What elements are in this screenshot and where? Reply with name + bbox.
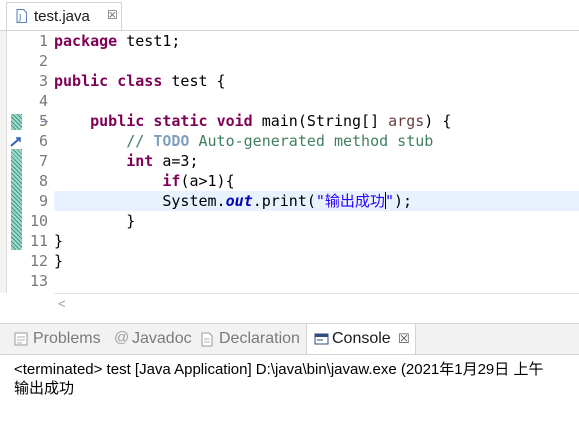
close-console-icon[interactable]: ☒	[398, 331, 410, 347]
code-token: }	[54, 232, 64, 250]
line-number: 3	[38, 72, 48, 90]
tab-label: Declaration	[219, 330, 300, 347]
close-tab-icon[interactable]: ☒	[107, 8, 118, 22]
code-line-3: public class test {	[54, 71, 226, 91]
code-line-5: public static void main(String[] args) {	[54, 111, 451, 131]
keyword: void	[216, 112, 253, 130]
quick-diff-marker	[11, 114, 22, 130]
console-icon	[314, 333, 329, 345]
keyword: public	[54, 72, 109, 90]
console-status-line: <terminated> test [Java Application] D:\…	[14, 361, 544, 378]
horizontal-scrollbar[interactable]: <	[54, 293, 579, 314]
line-number: 1	[38, 32, 48, 50]
code-token: (a>1){	[180, 172, 235, 190]
static-field: out	[225, 192, 253, 210]
editor-tab-bar: J test.java ☒	[0, 0, 579, 31]
keyword: if	[162, 172, 181, 190]
quick-diff-marker	[11, 149, 22, 250]
editor-left-border	[0, 31, 7, 293]
code-line-8: if(a>1){	[54, 171, 235, 191]
problems-icon	[14, 332, 28, 346]
code-line-1: package test1;	[54, 31, 180, 51]
code-text[interactable]: package test1; public class test { publi…	[54, 31, 579, 293]
line-number-gutter: 1 2 3 4 5 6 7 8 9 10 11 12 13	[22, 31, 48, 293]
code-token: );	[393, 192, 413, 210]
view-tab-bar: Problems @ Javadoc Declaration Console ☒	[0, 323, 579, 355]
code-token: test1;	[117, 32, 181, 50]
java-file-icon: J	[16, 9, 27, 23]
string-literal: "	[384, 192, 394, 210]
line-number: 12	[29, 252, 48, 270]
line-number: 2	[38, 52, 48, 70]
keyword: package	[54, 32, 118, 50]
keyword: int	[126, 152, 154, 170]
override-marker-icon	[10, 137, 21, 147]
change-ruler	[11, 114, 22, 250]
code-token: }	[54, 212, 136, 230]
line-number: 11	[29, 232, 48, 250]
tab-console[interactable]: Console ☒	[306, 324, 416, 355]
console-output: 输出成功	[14, 380, 75, 397]
tab-label: Console	[332, 330, 391, 347]
line-number: 4	[38, 92, 48, 110]
editor-tab-test-java[interactable]: J test.java ☒	[6, 2, 122, 30]
code-line-6: // TODO Auto-generated method stub	[54, 131, 433, 151]
declaration-icon	[201, 332, 213, 347]
line-number: 7	[38, 152, 48, 170]
keyword: class	[117, 72, 163, 90]
code-token: a=3;	[153, 152, 199, 170]
collapse-icon[interactable]	[40, 117, 49, 126]
string-literal: "输出成功	[315, 192, 385, 210]
svg-text:J: J	[18, 13, 21, 22]
code-token: .print(	[252, 192, 316, 210]
keyword: public	[90, 112, 145, 130]
todo-tag: TODO	[153, 132, 190, 150]
code-token: System.	[162, 192, 226, 210]
code-token: test {	[162, 72, 226, 90]
tab-declaration[interactable]: Declaration	[194, 324, 306, 355]
tab-label: Javadoc	[132, 330, 192, 347]
comment: //	[126, 132, 154, 150]
code-line-10: }	[54, 211, 135, 231]
comment: Auto-generated method stub	[189, 132, 434, 150]
code-line-12: }	[54, 251, 63, 271]
at-icon: @	[114, 329, 130, 346]
code-line-9: System.out.print("输出成功");	[54, 191, 412, 211]
line-number: 6	[38, 132, 48, 150]
panel-sash[interactable]	[0, 313, 579, 323]
line-number: 8	[38, 172, 48, 190]
console-view[interactable]: <terminated> test [Java Application] D:\…	[0, 354, 579, 427]
parameter: args	[388, 112, 425, 130]
line-number: 9	[38, 192, 48, 210]
code-line-7: int a=3;	[54, 151, 199, 171]
code-token: }	[54, 252, 64, 270]
editor-tab-label: test.java	[34, 8, 90, 25]
line-number: 13	[29, 272, 48, 290]
tab-label: Problems	[33, 330, 101, 347]
line-number: 10	[29, 212, 48, 230]
keyword: static	[153, 112, 208, 130]
scroll-left-icon[interactable]: <	[58, 296, 66, 311]
tab-problems[interactable]: Problems	[0, 324, 108, 355]
code-line-11: }	[54, 231, 63, 251]
code-token: main(String[]	[252, 112, 389, 130]
tab-javadoc[interactable]: @ Javadoc	[108, 324, 194, 355]
code-token: ) {	[424, 112, 452, 130]
